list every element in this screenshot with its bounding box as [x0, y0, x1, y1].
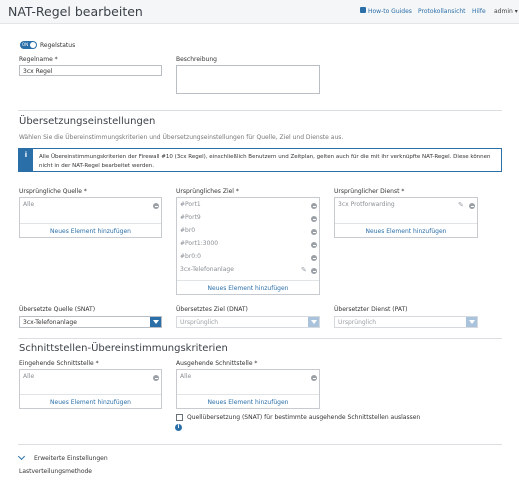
- list-item: #Port1: [180, 201, 201, 208]
- info-icon[interactable]: i: [175, 424, 182, 431]
- remove-item-icon[interactable]: [153, 203, 159, 209]
- add-item-row: Neues Element hinzufügen: [177, 394, 319, 409]
- translation-settings-subtitle: Wählen Sie die Übereinstimmungskriterien…: [19, 134, 344, 141]
- remove-item-icon[interactable]: [311, 242, 317, 248]
- list-item: #Port1:3000: [180, 240, 219, 247]
- snat-select[interactable]: 3cx-Telefonanlage: [19, 316, 162, 328]
- incoming-interface-list: Alle Neues Element hinzufügen: [19, 369, 162, 409]
- pencil-icon[interactable]: ✎: [301, 266, 307, 274]
- remove-item-icon[interactable]: [311, 255, 317, 261]
- rule-status-toggle[interactable]: ON: [20, 41, 37, 49]
- skip-snat-label: Quellübersetzung (SNAT) für bestimmte au…: [187, 414, 421, 421]
- original-source-list: Alle Neues Element hinzufügen: [19, 197, 162, 238]
- log-view-link[interactable]: Protokollansicht: [418, 8, 466, 15]
- pat-select[interactable]: Ursprünglich: [334, 316, 478, 328]
- advanced-settings-toggle[interactable]: Erweiterte Einstellungen: [34, 455, 108, 462]
- page-title: NAT-Regel bearbeiten: [8, 4, 143, 19]
- original-service-list: 3cx Protforwarding ✎ Neues Element hinzu…: [334, 197, 478, 238]
- divider: [18, 110, 502, 111]
- original-source-label: Ursprüngliche Quelle *: [19, 188, 87, 195]
- toggle-state-text: ON: [22, 42, 29, 47]
- remove-item-icon[interactable]: [153, 375, 159, 381]
- description-label: Beschreibung: [176, 56, 217, 63]
- list-item: Alle: [180, 373, 192, 380]
- dropdown-caret-icon[interactable]: [150, 317, 161, 327]
- pencil-icon[interactable]: ✎: [458, 201, 464, 209]
- info-icon: i: [19, 149, 33, 171]
- remove-item-icon[interactable]: [311, 375, 317, 381]
- list-item: #br0: [180, 227, 196, 234]
- original-destination-label: Ursprüngliches Ziel *: [176, 188, 239, 195]
- add-new-element-link[interactable]: Neues Element hinzufügen: [177, 285, 319, 292]
- list-item: 3cx Protforwarding: [338, 201, 395, 208]
- add-new-element-link[interactable]: Neues Element hinzufügen: [20, 228, 161, 235]
- list-item: Alle: [23, 373, 35, 380]
- divider: [18, 444, 502, 445]
- outgoing-interface-list: Alle Neues Element hinzufügen: [176, 369, 320, 409]
- add-new-element-link[interactable]: Neues Element hinzufügen: [20, 399, 161, 406]
- outgoing-interface-label: Ausgehende Schnittstelle *: [176, 360, 258, 367]
- description-textarea[interactable]: [176, 65, 320, 94]
- rule-status-label: Regelstatus: [40, 42, 76, 49]
- add-new-element-link[interactable]: Neues Element hinzufügen: [335, 228, 477, 235]
- snat-label: Übersetzte Quelle (SNAT): [19, 306, 96, 313]
- admin-menu[interactable]: admin ▾: [494, 8, 518, 15]
- add-item-row: Neues Element hinzufügen: [177, 280, 319, 295]
- original-service-label: Ursprünglicher Dienst *: [334, 188, 405, 195]
- list-item: #br0:0: [180, 253, 201, 260]
- dnat-select[interactable]: Ursprünglich: [176, 316, 320, 328]
- remove-item-icon[interactable]: [311, 216, 317, 222]
- remove-item-icon[interactable]: [311, 229, 317, 235]
- original-destination-list: #Port1 #Port9 #br0 #Port1:3000 #br0:0 3c…: [176, 197, 320, 295]
- interface-matching-title: Schnittstellen-Übereinstimmungskriterien: [19, 343, 228, 354]
- pat-label: Übersetzter Dienst (PAT): [334, 306, 408, 313]
- skip-snat-checkbox[interactable]: [176, 414, 183, 421]
- pat-value: Ursprünglich: [338, 319, 377, 326]
- list-item: Alle: [23, 201, 35, 208]
- list-item: #Port9: [180, 214, 201, 221]
- list-item: 3cx-Telefonanlage: [180, 266, 234, 273]
- dropdown-caret-icon[interactable]: [466, 317, 477, 327]
- how-to-guides-link[interactable]: How-to Guides: [368, 8, 412, 15]
- info-notice-text: Alle Übereinstimmungskriterien der Firew…: [39, 154, 491, 169]
- snat-value: 3cx-Telefonanlage: [23, 319, 77, 326]
- add-new-element-link[interactable]: Neues Element hinzufügen: [177, 399, 319, 406]
- add-item-row: Neues Element hinzufügen: [20, 394, 161, 409]
- document-icon: [360, 7, 366, 13]
- remove-item-icon[interactable]: [311, 203, 317, 209]
- rule-name-label: Regelname *: [19, 56, 58, 63]
- dropdown-caret-icon[interactable]: [308, 317, 319, 327]
- dnat-label: Übersetztes Ziel (DNAT): [176, 306, 248, 313]
- rule-name-input[interactable]: 3cx Regel: [19, 65, 162, 76]
- top-bar: NAT-Regel bearbeiten How-to Guides Proto…: [0, 0, 519, 24]
- incoming-interface-label: Eingehende Schnittstelle *: [19, 360, 99, 367]
- chevron-down-icon[interactable]: [17, 452, 26, 461]
- load-balancing-label: Lastverteilungsmethode: [19, 468, 92, 475]
- remove-item-icon[interactable]: [469, 203, 475, 209]
- add-item-row: Neues Element hinzufügen: [335, 223, 477, 238]
- add-item-row: Neues Element hinzufügen: [20, 223, 161, 238]
- info-notice: i Alle Übereinstimmungskriterien der Fir…: [18, 148, 502, 172]
- dnat-value: Ursprünglich: [180, 319, 219, 326]
- divider: [18, 338, 502, 339]
- help-link[interactable]: Hilfe: [472, 8, 486, 15]
- remove-item-icon[interactable]: [311, 268, 317, 274]
- translation-settings-title: Übersetzungseinstellungen: [19, 116, 156, 127]
